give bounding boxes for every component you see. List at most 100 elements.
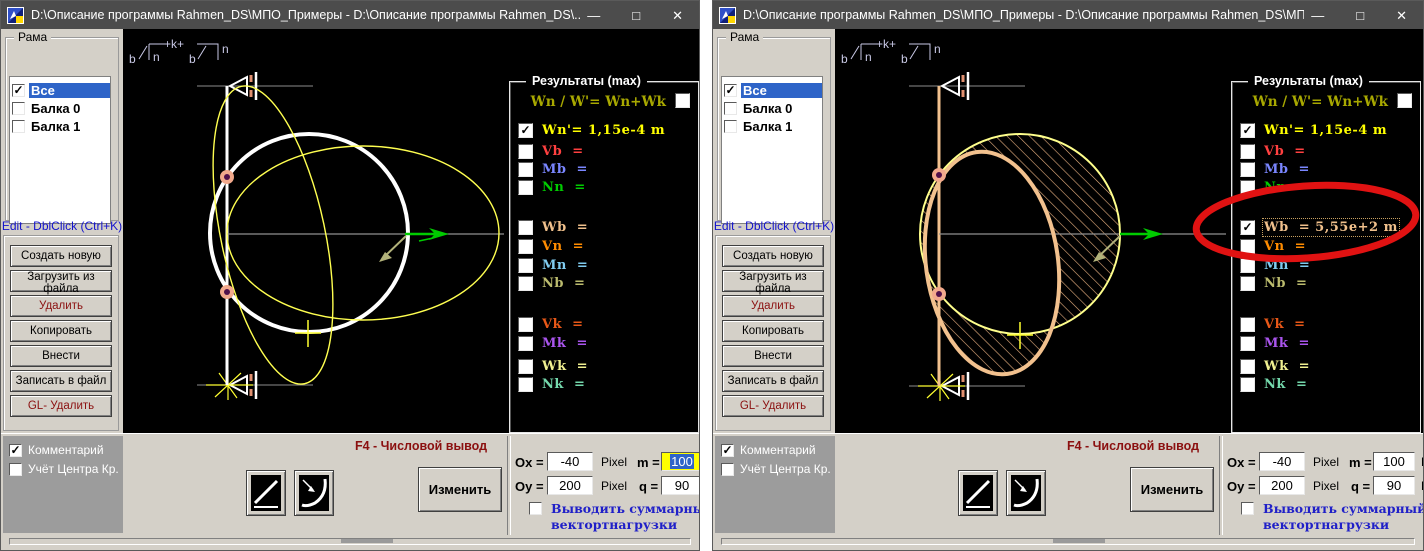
list-item-label[interactable]: Балка 1: [741, 119, 822, 134]
beam-listbox[interactable]: ✓ Все Балка 0 Балка 1: [721, 76, 823, 224]
minimize-icon[interactable]: —: [1311, 9, 1324, 22]
ox-field[interactable]: -40: [1259, 452, 1305, 471]
comment-panel: ✓Комментарий Учёт Центра Кр.: [3, 436, 123, 533]
load-from-file-button[interactable]: Загрузить из файла: [722, 270, 824, 292]
list-item-label[interactable]: Балка 0: [741, 101, 822, 116]
change-button[interactable]: Изменить: [1130, 467, 1214, 512]
formula-checkbox[interactable]: [1397, 93, 1412, 108]
edit-dblclick-link[interactable]: Edit - DblClick (Ctrl+K): [713, 219, 835, 233]
checkbox-mk[interactable]: [518, 336, 533, 351]
comment-checkbox[interactable]: ✓: [9, 444, 22, 457]
save-to-file-button[interactable]: Записать в файл: [10, 370, 112, 392]
checkbox-nn[interactable]: [1240, 180, 1255, 195]
minimize-icon[interactable]: —: [587, 9, 600, 22]
curve-diagram-button[interactable]: [1006, 470, 1046, 516]
checkbox-nk[interactable]: [1240, 377, 1255, 392]
result-row-nb: Nb =: [518, 274, 585, 292]
list-item-all[interactable]: ✓ Все: [722, 81, 822, 99]
vector-sum-checkbox[interactable]: [1241, 502, 1254, 515]
checkbox-beam0[interactable]: [724, 102, 737, 115]
load-from-file-button[interactable]: Загрузить из файла: [10, 270, 112, 292]
checkbox-beam0[interactable]: [12, 102, 25, 115]
oy-field[interactable]: 200: [547, 476, 593, 495]
checkbox-all[interactable]: ✓: [12, 84, 25, 97]
close-icon[interactable]: ✕: [672, 9, 683, 22]
vector-sum-label-line2: вектортнагрузки: [551, 517, 677, 532]
vector-sum-checkbox[interactable]: [529, 502, 542, 515]
change-button[interactable]: Изменить: [418, 467, 502, 512]
create-new-button[interactable]: Создать новую: [10, 245, 112, 267]
titlebar[interactable]: D:\Описание программы Rahmen_DS\МПО_Прим…: [713, 1, 1423, 29]
checkbox-wn[interactable]: ✓: [518, 123, 533, 138]
list-item-all[interactable]: ✓ Все: [10, 81, 110, 99]
checkbox-wk[interactable]: [1240, 359, 1255, 374]
results-panel: Результаты (max) Wn / W'= Wn+Wk ✓Wn'= 1,…: [1231, 81, 1421, 433]
curve-diagram-button[interactable]: [294, 470, 334, 516]
maximize-icon[interactable]: □: [1356, 9, 1364, 22]
ox-field[interactable]: -40: [547, 452, 593, 471]
formula-checkbox[interactable]: [675, 93, 690, 108]
list-item-beam0[interactable]: Балка 0: [10, 99, 110, 117]
create-new-button[interactable]: Создать новую: [722, 245, 824, 267]
center-checkbox-row[interactable]: Учёт Центра Кр.: [721, 462, 835, 476]
checkbox-beam1[interactable]: [12, 120, 25, 133]
checkbox-vn[interactable]: [1240, 239, 1255, 254]
center-checkbox-row[interactable]: Учёт Центра Кр.: [9, 462, 123, 476]
oy-field[interactable]: 200: [1259, 476, 1305, 495]
checkbox-vk[interactable]: [1240, 317, 1255, 332]
list-item-beam0[interactable]: Балка 0: [722, 99, 822, 117]
copy-button[interactable]: Копировать: [722, 320, 824, 342]
copy-button[interactable]: Копировать: [10, 320, 112, 342]
app-window-right: D:\Описание программы Rahmen_DS\МПО_Прим…: [712, 0, 1424, 551]
list-item-label[interactable]: Балка 1: [29, 119, 110, 134]
checkbox-all[interactable]: ✓: [724, 84, 737, 97]
insert-button[interactable]: Внести: [722, 345, 824, 367]
list-item-label[interactable]: Балка 0: [29, 101, 110, 116]
insert-button[interactable]: Внести: [10, 345, 112, 367]
checkbox-vk[interactable]: [518, 317, 533, 332]
q-field[interactable]: 90: [661, 476, 700, 495]
checkbox-mk[interactable]: [1240, 336, 1255, 351]
checkbox-mn[interactable]: [518, 258, 533, 273]
edit-dblclick-link[interactable]: Edit - DblClick (Ctrl+K): [1, 219, 123, 233]
checkbox-wk[interactable]: [518, 359, 533, 374]
checkbox-mb[interactable]: [518, 162, 533, 177]
list-item-label[interactable]: Все: [29, 83, 110, 98]
checkbox-mb[interactable]: [1240, 162, 1255, 177]
comment-checkbox-row[interactable]: ✓Комментарий: [721, 443, 835, 457]
checkbox-nb[interactable]: [1240, 276, 1255, 291]
gl-delete-button[interactable]: GL- Удалить: [10, 395, 112, 417]
titlebar[interactable]: D:\Описание программы Rahmen_DS\МПО_Прим…: [1, 1, 699, 29]
maximize-icon[interactable]: □: [632, 9, 640, 22]
m-field[interactable]: 100: [1373, 452, 1415, 471]
list-item-beam1[interactable]: Балка 1: [10, 117, 110, 135]
comment-checkbox-row[interactable]: ✓Комментарий: [9, 443, 123, 457]
checkbox-mn[interactable]: [1240, 258, 1255, 273]
checkbox-nn[interactable]: [518, 180, 533, 195]
delete-button[interactable]: Удалить: [722, 295, 824, 317]
q-field[interactable]: 90: [1373, 476, 1415, 495]
center-checkbox[interactable]: [9, 463, 22, 476]
result-row-wn: ✓Wn'= 1,15e-4 m: [1240, 121, 1387, 139]
checkbox-nk[interactable]: [518, 377, 533, 392]
comment-checkbox[interactable]: ✓: [721, 444, 734, 457]
gl-delete-button[interactable]: GL- Удалить: [722, 395, 824, 417]
beam-listbox[interactable]: ✓ Все Балка 0 Балка 1: [9, 76, 111, 224]
checkbox-wb[interactable]: ✓: [1240, 220, 1255, 235]
center-checkbox[interactable]: [721, 463, 734, 476]
line-diagram-button[interactable]: [246, 470, 286, 516]
checkbox-beam1[interactable]: [724, 120, 737, 133]
close-icon[interactable]: ✕: [1396, 9, 1407, 22]
checkbox-vn[interactable]: [518, 239, 533, 254]
checkbox-vb[interactable]: [1240, 144, 1255, 159]
checkbox-vb[interactable]: [518, 144, 533, 159]
list-item-label[interactable]: Все: [741, 83, 822, 98]
checkbox-wn[interactable]: ✓: [1240, 123, 1255, 138]
line-diagram-button[interactable]: [958, 470, 998, 516]
delete-button[interactable]: Удалить: [10, 295, 112, 317]
save-to-file-button[interactable]: Записать в файл: [722, 370, 824, 392]
list-item-beam1[interactable]: Балка 1: [722, 117, 822, 135]
checkbox-wb[interactable]: [518, 220, 533, 235]
m-field[interactable]: 100: [661, 452, 700, 471]
checkbox-nb[interactable]: [518, 276, 533, 291]
